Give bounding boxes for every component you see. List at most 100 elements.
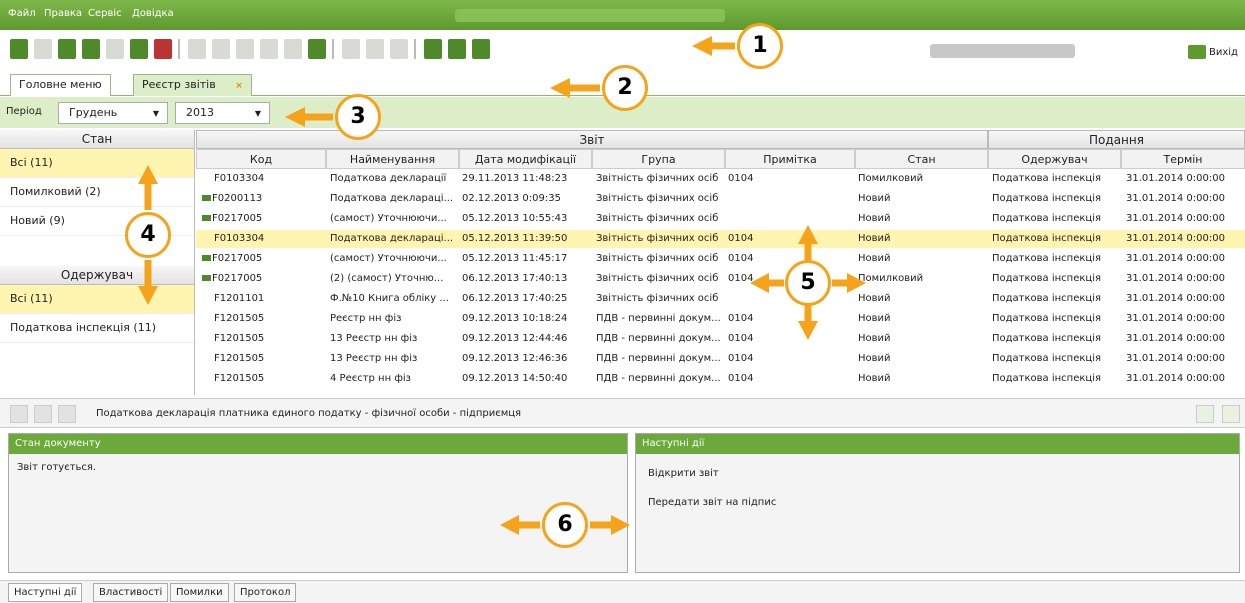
- table-cell: 31.01.2014 0:00:00: [1126, 353, 1243, 364]
- table-cell: 0104: [728, 253, 853, 264]
- table-cell: 0104: [728, 353, 853, 364]
- tab-main-menu[interactable]: Головне меню: [10, 74, 111, 96]
- tab-next-actions[interactable]: Наступні дії: [8, 583, 83, 602]
- cell-text: F0200113: [212, 193, 263, 204]
- table-row[interactable]: F0217005 (самост) Уточнюючи... 05.12.2013 …: [196, 210, 1245, 228]
- menu-edit[interactable]: Правка: [44, 8, 82, 19]
- column-header[interactable]: Примітка: [725, 149, 855, 169]
- menu-file[interactable]: Файл: [8, 8, 36, 19]
- open-report-link[interactable]: Відкрити звіт: [648, 468, 1227, 479]
- new-report-icon[interactable]: [10, 39, 28, 59]
- table-row[interactable]: F1201505 4 Реєстр нн фіз 09.12.2013 14:50:…: [196, 370, 1245, 388]
- cell-text: 31.01.2014 0:00:00: [1126, 233, 1225, 244]
- cell-text: Податкова інспекція: [992, 273, 1102, 284]
- column-header[interactable]: Найменування: [326, 149, 459, 169]
- table-cell: Звітність фізичних осіб: [596, 213, 724, 224]
- table-cell: (самост) Уточнюючи...: [330, 253, 457, 264]
- column-header[interactable]: Група: [592, 149, 725, 169]
- callout-2: 2: [602, 65, 648, 111]
- menu-service[interactable]: Сервіс: [88, 8, 122, 19]
- tab-errors[interactable]: Помилки: [170, 583, 229, 602]
- table-row[interactable]: F0103304 Податкова декларації 29.11.2013 1…: [196, 170, 1245, 188]
- save-icon[interactable]: [10, 405, 28, 423]
- table-cell: F0217005: [202, 213, 312, 224]
- cell-text: 31.01.2014 0:00:00: [1126, 193, 1225, 204]
- list-edit-icon[interactable]: [366, 39, 384, 59]
- close-icon[interactable]: ×: [235, 81, 243, 91]
- refresh-icon[interactable]: [472, 39, 490, 59]
- cell-text: Новий: [858, 333, 891, 344]
- table-row[interactable]: F0103304 Податкова деклараці... 05.12.2013…: [196, 230, 1245, 248]
- doc-state-header: Стан документу: [9, 434, 627, 454]
- cell-text: F1201505: [214, 373, 265, 384]
- column-header[interactable]: Термін: [1121, 149, 1245, 169]
- print-icon[interactable]: [34, 405, 52, 423]
- table-cell: 31.01.2014 0:00:00: [1126, 173, 1243, 184]
- table-row[interactable]: F1201505 Реєстр нн фіз 09.12.2013 10:18:24…: [196, 310, 1245, 328]
- cell-text: Звітність фізичних осіб: [596, 193, 719, 204]
- state-item-error[interactable]: Помилковий (2): [0, 178, 194, 207]
- table-cell: 0104: [728, 173, 853, 184]
- table-cell: ПДВ - первинні докум...: [596, 333, 724, 344]
- cell-text: F0217005: [212, 273, 263, 284]
- cell-text: 0104: [728, 313, 754, 324]
- table-row[interactable]: F1201101 Ф.№10 Книга обліку ... 06.12.2013…: [196, 290, 1245, 308]
- table-row[interactable]: F0200113 Податкова деклараці... 02.12.2013…: [196, 190, 1245, 208]
- blurred-title: [455, 9, 725, 22]
- table-row[interactable]: F1201505 13 Реєстр нн фіз 09.12.2013 12:44…: [196, 330, 1245, 348]
- callout-4: 4: [125, 212, 171, 258]
- edit-icon[interactable]: [34, 39, 52, 59]
- cell-text: 09.12.2013 14:50:40: [462, 373, 568, 384]
- recipient-item-all[interactable]: Всі (11): [0, 285, 194, 314]
- month-select[interactable]: Грудень ▼: [58, 102, 168, 124]
- tab-protocol[interactable]: Протокол: [234, 583, 297, 602]
- print-icon[interactable]: [130, 39, 148, 59]
- refresh-icon[interactable]: [1196, 405, 1214, 423]
- menu-help[interactable]: Довідка: [132, 8, 174, 19]
- cell-text: Податкова деклараці...: [330, 233, 454, 244]
- table-cell: Помилковий: [858, 273, 986, 284]
- mail-icon[interactable]: [284, 39, 302, 59]
- table-cell: Податкова інспекція: [992, 193, 1120, 204]
- edit-icon[interactable]: [58, 405, 76, 423]
- cell-text: F0217005: [212, 253, 263, 264]
- cell-text: 0104: [728, 253, 754, 264]
- tab-label: Головне меню: [19, 78, 102, 91]
- state-item-all[interactable]: Всі (11): [0, 149, 194, 178]
- recipient-item-tax[interactable]: Податкова інспекція (11): [0, 314, 194, 343]
- tab-report-registry[interactable]: Реєстр звітів ×: [133, 74, 252, 96]
- exit-button[interactable]: Вихід: [1188, 45, 1238, 59]
- import-icon[interactable]: [106, 39, 124, 59]
- cell-text: 0104: [728, 273, 754, 284]
- filter-icon[interactable]: [424, 39, 442, 59]
- column-header[interactable]: Одержувач: [988, 149, 1121, 169]
- sign-icon[interactable]: [236, 39, 254, 59]
- group-header-report: Звіт: [196, 130, 988, 149]
- column-header[interactable]: Стан: [855, 149, 988, 169]
- document-icon[interactable]: [260, 39, 278, 59]
- list-icon[interactable]: [342, 39, 360, 59]
- search-icon[interactable]: [448, 39, 466, 59]
- cell-text: 31.01.2014 0:00:00: [1126, 253, 1225, 264]
- column-header[interactable]: Код: [196, 149, 326, 169]
- table-row[interactable]: F1201505 13 Реєстр нн фіз 09.12.2013 12:46…: [196, 350, 1245, 368]
- delete-icon[interactable]: [154, 39, 172, 59]
- save-icon[interactable]: [188, 39, 206, 59]
- table-row[interactable]: F0217005 (2) (самост) Уточню... 06.12.2013…: [196, 270, 1245, 288]
- mail-check-icon[interactable]: [308, 39, 326, 59]
- open-icon[interactable]: [58, 39, 76, 59]
- send-for-signing-link[interactable]: Передати звіт на підпис: [648, 497, 1227, 508]
- copy-icon[interactable]: [82, 39, 100, 59]
- save-as-icon[interactable]: [212, 39, 230, 59]
- tab-properties[interactable]: Властивості: [93, 583, 169, 602]
- cell-text: Податкова декларації: [330, 173, 447, 184]
- table-row[interactable]: F0217005 (самост) Уточнюючи... 05.12.2013 …: [196, 250, 1245, 268]
- table-cell: Податкова декларації: [330, 173, 457, 184]
- list-delete-icon[interactable]: [390, 39, 408, 59]
- table-cell: Новий: [858, 333, 986, 344]
- year-select[interactable]: 2013 ▼: [175, 102, 270, 124]
- cell-text: 31.01.2014 0:00:00: [1126, 273, 1225, 284]
- close-icon[interactable]: [1222, 405, 1240, 423]
- table-cell: 0104: [728, 333, 853, 344]
- column-header[interactable]: Дата модифікації: [459, 149, 592, 169]
